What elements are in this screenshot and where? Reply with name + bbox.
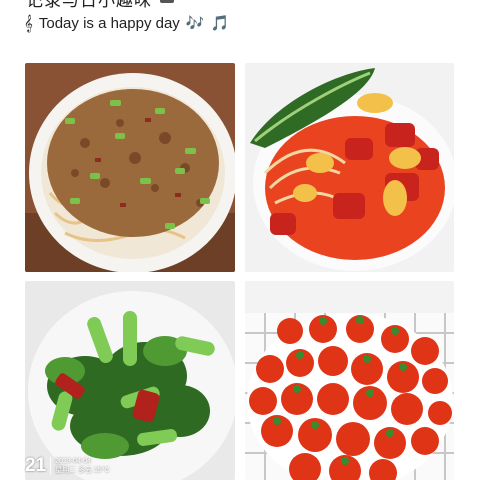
subtitle-text: Today is a happy day (38, 14, 180, 32)
photo-watermark: 21 2023-04-04 星期二 多云 15°C (25, 451, 110, 480)
photo-tomato-egg-noodles[interactable] (245, 63, 454, 272)
watermark-day: 21 (25, 454, 47, 476)
photo-cherry-tomatoes[interactable] (245, 281, 454, 480)
music-notes-icon: 🎶 (185, 14, 205, 32)
header-subtitle-row: 𝄞 Today is a happy day 🎶 🎵 (24, 12, 229, 34)
watermark-weekday: 星期二 多云 15°C (55, 466, 110, 474)
photo-noodles[interactable] (25, 63, 235, 272)
watermark-details: 2023-04-04 星期二 多云 15°C (55, 457, 110, 475)
treble-clef-icon: 𝄞 (24, 14, 33, 32)
header-title-row: 记录与日小趣味 (26, 0, 174, 10)
watermark-date: 2023-04-04 (55, 457, 91, 465)
music-note-icon: 🎵 (210, 14, 230, 32)
page-title: 记录与日小趣味 (26, 0, 152, 10)
watermark-divider (50, 456, 52, 475)
camera-icon (160, 0, 174, 3)
